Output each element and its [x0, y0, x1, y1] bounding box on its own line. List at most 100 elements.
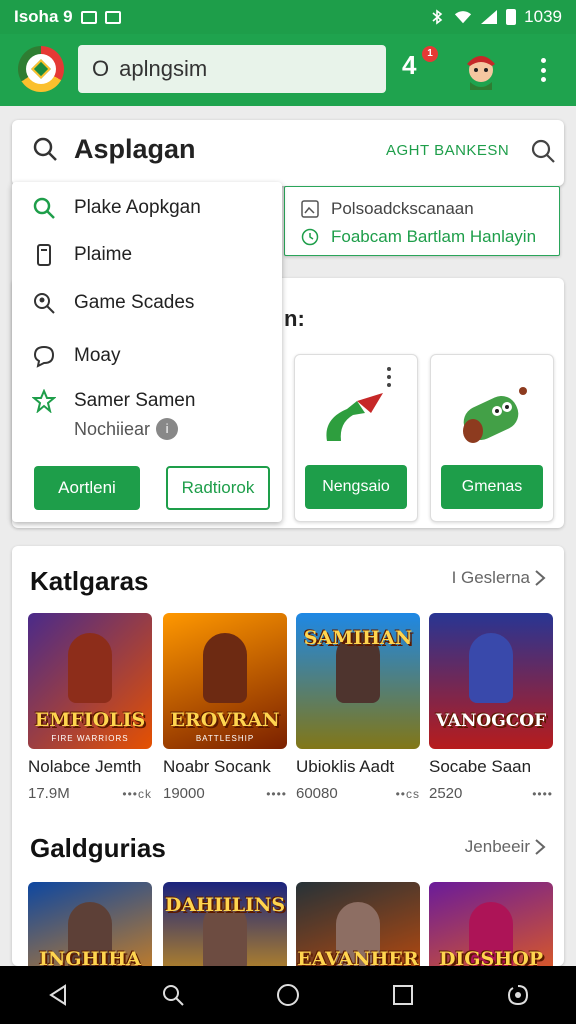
game-name: Socabe Saan: [429, 757, 532, 776]
game-dots: ••••: [266, 786, 287, 801]
notification-glyph: 4: [402, 50, 417, 80]
chevron-right-icon: [535, 839, 546, 855]
menu-item[interactable]: Samer Samen: [32, 389, 195, 413]
search-icon[interactable]: [530, 138, 556, 164]
tile-button[interactable]: Nengsaio: [305, 465, 407, 509]
chat-icon: [33, 345, 55, 368]
suggestion-item[interactable]: Foabcam Bartlam Hanlayin: [301, 227, 536, 247]
game-thumbnail: EAVANHER: [296, 882, 420, 966]
avatar[interactable]: [462, 48, 500, 90]
image-icon: [301, 200, 319, 218]
chevron-right-icon: [535, 570, 546, 586]
game-card[interactable]: VANOGCOF Socabe Saan 2520 ••••: [429, 613, 553, 802]
status-time: 1039: [524, 7, 562, 26]
thumbnail-title: EAVANHER: [297, 948, 419, 966]
overflow-menu-icon[interactable]: [534, 52, 552, 88]
system-nav-bar: [0, 966, 576, 1024]
game-thumbnail: EMFIOLIS FIRE WARRIORS: [28, 613, 152, 749]
see-all-link[interactable]: I Geslerna: [452, 568, 546, 588]
menu-item-label: Game Scades: [74, 292, 195, 313]
game-card[interactable]: SAMIHAN Ubioklis Aadt 60080 ••cs: [296, 613, 420, 802]
game-card[interactable]: INGHIHA: [28, 882, 152, 966]
search-icon: [33, 197, 55, 219]
home-icon[interactable]: [275, 982, 301, 1008]
outline-button[interactable]: Radtiorok: [166, 466, 270, 510]
thumbnail-title: DIGSHOP: [438, 948, 544, 966]
search-card: Asplagan AGHT BANKESN: [12, 120, 564, 186]
battery-icon: [506, 9, 517, 25]
search-input[interactable]: O aplngsim: [78, 45, 386, 93]
game-dots: •••ck: [122, 786, 152, 801]
back-icon[interactable]: [45, 982, 71, 1008]
thumbnail-title: VANOGCOF: [435, 711, 547, 731]
menu-item[interactable]: Plake Aopkgan: [32, 196, 201, 220]
status-left-text: Isoha 9: [14, 7, 73, 26]
download-count: 60080: [296, 785, 338, 802]
search-icon[interactable]: [160, 982, 186, 1008]
search-prefix: O: [92, 56, 110, 81]
suggestion-label: Polsoadckscanaan: [331, 199, 474, 218]
see-all-link[interactable]: Jenbeeir: [465, 837, 546, 857]
clock-icon: [301, 228, 319, 246]
game-card[interactable]: EAVANHER: [296, 882, 420, 966]
menu-item[interactable]: Plaime: [32, 243, 132, 267]
game-dots: ••cs: [395, 786, 420, 801]
notification-badge: 1: [422, 46, 438, 62]
game-card[interactable]: DAHIILINS: [163, 882, 287, 966]
search-value: aplngsim: [119, 56, 208, 81]
notification-button[interactable]: 4 1: [402, 46, 438, 86]
app-logo[interactable]: [18, 46, 64, 92]
thumbnail-title: INGHIHA: [38, 948, 141, 966]
suggestion-label: Foabcam Bartlam Hanlayin: [331, 227, 537, 246]
status-bar: Isoha 9 1039: [0, 0, 576, 34]
game-thumbnail: EROVRAN BATTLESHIP: [163, 613, 287, 749]
game-dots: ••••: [532, 786, 553, 801]
search-user-icon: [34, 293, 55, 314]
game-thumbnail: DIGSHOP: [429, 882, 553, 966]
game-name: Nolabce Jemth: [28, 757, 142, 776]
thumbnail-title: EROVRAN: [170, 709, 280, 731]
primary-button[interactable]: Aortleni: [34, 466, 140, 510]
game-thumbnail: INGHIHA: [28, 882, 152, 966]
download-count: 19000: [163, 785, 205, 802]
app-tile[interactable]: Nengsaio: [294, 354, 418, 522]
thumbnail-title: SAMIHAN: [303, 627, 413, 649]
section-title: Katlgaras: [30, 566, 149, 596]
menu-item-label: Plaime: [74, 244, 133, 265]
star-icon: [32, 389, 56, 413]
download-count: 2520: [429, 785, 463, 802]
app-bar: O aplngsim 4 1: [0, 34, 576, 106]
game-thumbnail: SAMIHAN: [296, 613, 420, 749]
menu-item-label: Plake Aopkgan: [74, 197, 201, 218]
dropdown-menu: Plake Aopkgan Plaime Game Scades Moay Sa…: [12, 182, 282, 522]
phone-icon: [37, 244, 51, 266]
app-tile[interactable]: Gmenas: [430, 354, 554, 522]
menu-item-label: Samer Samen: [74, 390, 196, 411]
menu-item-label: Moay: [74, 345, 121, 366]
notification-icon: [80, 10, 97, 24]
categories-section: Katlgaras I Geslerna EMFIOLIS FIRE WARRI…: [12, 546, 564, 966]
game-card[interactable]: EMFIOLIS FIRE WARRIORS Nolabce Jemth 17.…: [28, 613, 152, 802]
signal-icon: [481, 10, 498, 24]
game-card[interactable]: DIGSHOP: [429, 882, 553, 966]
suggestion-popup: Polsoadckscanaan Foabcam Bartlam Hanlayi…: [284, 186, 560, 256]
section-title: Galdgurias: [30, 833, 166, 863]
tile-button[interactable]: Gmenas: [441, 465, 543, 509]
thumbnail-title: DAHIILINS: [164, 894, 286, 916]
menu-item[interactable]: Moay: [32, 344, 120, 368]
thumbnail-subtitle: BATTLESHIP: [195, 734, 255, 743]
featured-heading: n:: [284, 306, 305, 331]
menu-item[interactable]: Game Scades: [32, 291, 194, 315]
recents-icon[interactable]: [390, 982, 416, 1008]
thumbnail-title: EMFIOLIS: [34, 709, 146, 731]
image-icon: [104, 10, 121, 24]
download-count: 17.9M: [28, 785, 70, 802]
advanced-search-link[interactable]: AGHT BANKESN: [386, 142, 509, 159]
suggestion-item[interactable]: Polsoadckscanaan: [301, 199, 474, 219]
menu-item-sublabel: Nochiiear i: [74, 418, 179, 440]
assistant-icon[interactable]: [505, 982, 531, 1008]
info-icon[interactable]: i: [156, 418, 179, 440]
bluetooth-icon: [432, 9, 443, 25]
game-card[interactable]: EROVRAN BATTLESHIP Noabr Socank 19000 •••…: [163, 613, 287, 802]
game-thumbnail: VANOGCOF: [429, 613, 553, 749]
